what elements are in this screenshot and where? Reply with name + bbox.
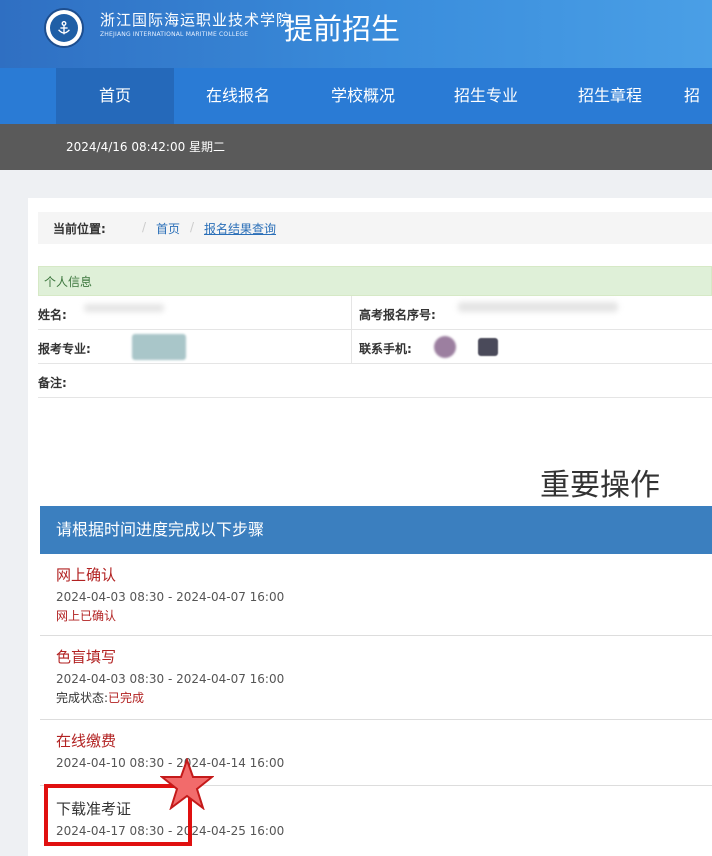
- status-label: 完成状态:: [56, 691, 109, 705]
- step-title-link[interactable]: 在线缴费: [56, 730, 116, 751]
- step-status: 网上已确认: [56, 609, 117, 623]
- step-time: 2024-04-03 08:30 - 2024-04-07 16:00: [56, 672, 285, 686]
- steps-header: 请根据时间进度完成以下步骤: [40, 506, 712, 554]
- nav-item-more[interactable]: 招: [684, 68, 712, 124]
- nav-item-home[interactable]: 首页: [56, 68, 174, 124]
- step-item: 在线缴费 2024-04-10 08:30 - 2024-04-14 16:00: [40, 720, 712, 786]
- star-icon: [160, 758, 214, 810]
- breadcrumb-current-link[interactable]: 报名结果查询: [204, 220, 276, 237]
- nav-item-school-overview[interactable]: 学校概况: [302, 68, 424, 124]
- school-name-cn: 浙江国际海运职业技术学院: [100, 11, 293, 29]
- content-card: 当前位置: / 首页 / 报名结果查询 个人信息 姓名: 高考报名序号: 报考专…: [28, 198, 712, 856]
- phone-label: 联系手机:: [359, 342, 412, 356]
- exam-no-label: 高考报名序号:: [359, 308, 436, 322]
- status-value: 已完成: [108, 691, 145, 705]
- nav-item-majors[interactable]: 招生专业: [424, 68, 548, 124]
- breadcrumb-separator: /: [142, 220, 147, 234]
- date-bar: 2024/4/16 08:42:00 星期二: [0, 124, 712, 170]
- site-title: 提前招生: [284, 12, 401, 46]
- column-divider: [351, 330, 352, 364]
- column-divider: [351, 296, 352, 330]
- main-nav: 首页 在线报名 学校概况 招生专业 招生章程 招: [0, 68, 712, 124]
- breadcrumb-label: 当前位置:: [53, 222, 106, 236]
- breadcrumb-separator: /: [190, 220, 195, 234]
- anchor-icon: [50, 14, 78, 42]
- redacted-name: [84, 304, 164, 312]
- school-name-en: ZHEJIANG INTERNATIONAL MARITIME COLLEGE: [100, 31, 249, 38]
- redacted-phone-b: [478, 338, 498, 356]
- personal-info-table: 个人信息 姓名: 高考报名序号: 报考专业: 联系手机: 备注:: [38, 266, 712, 398]
- step-item: 网上确认 2024-04-03 08:30 - 2024-04-07 16:00…: [40, 554, 712, 636]
- school-logo[interactable]: [44, 8, 84, 48]
- nav-item-charter[interactable]: 招生章程: [548, 68, 672, 124]
- important-heading: 重要操作: [540, 468, 660, 503]
- breadcrumb-home-link[interactable]: 首页: [156, 220, 180, 237]
- site-header: 浙江国际海运职业技术学院 ZHEJIANG INTERNATIONAL MARI…: [0, 0, 712, 68]
- major-label: 报考专业:: [38, 342, 91, 356]
- personal-info-title: 个人信息: [38, 266, 712, 296]
- info-row-major: 报考专业: 联系手机:: [38, 330, 712, 364]
- redacted-phone-a: [434, 336, 456, 358]
- redacted-major: [132, 334, 186, 360]
- current-datetime: 2024/4/16 08:42:00 星期二: [66, 140, 226, 154]
- nav-item-online-signup[interactable]: 在线报名: [174, 68, 302, 124]
- breadcrumb: 当前位置: / 首页 / 报名结果查询: [38, 212, 712, 244]
- step-title-link[interactable]: 网上确认: [56, 564, 116, 585]
- step-time: 2024-04-03 08:30 - 2024-04-07 16:00: [56, 590, 285, 604]
- step-status: 完成状态:已完成: [56, 689, 144, 706]
- name-label: 姓名:: [38, 308, 67, 322]
- step-item: 色盲填写 2024-04-03 08:30 - 2024-04-07 16:00…: [40, 636, 712, 720]
- info-row-remark: 备注:: [38, 364, 712, 398]
- redacted-exam-no: [458, 302, 618, 312]
- remark-label: 备注:: [38, 376, 67, 390]
- info-row-name: 姓名: 高考报名序号:: [38, 296, 712, 330]
- step-title-link[interactable]: 色盲填写: [56, 646, 116, 667]
